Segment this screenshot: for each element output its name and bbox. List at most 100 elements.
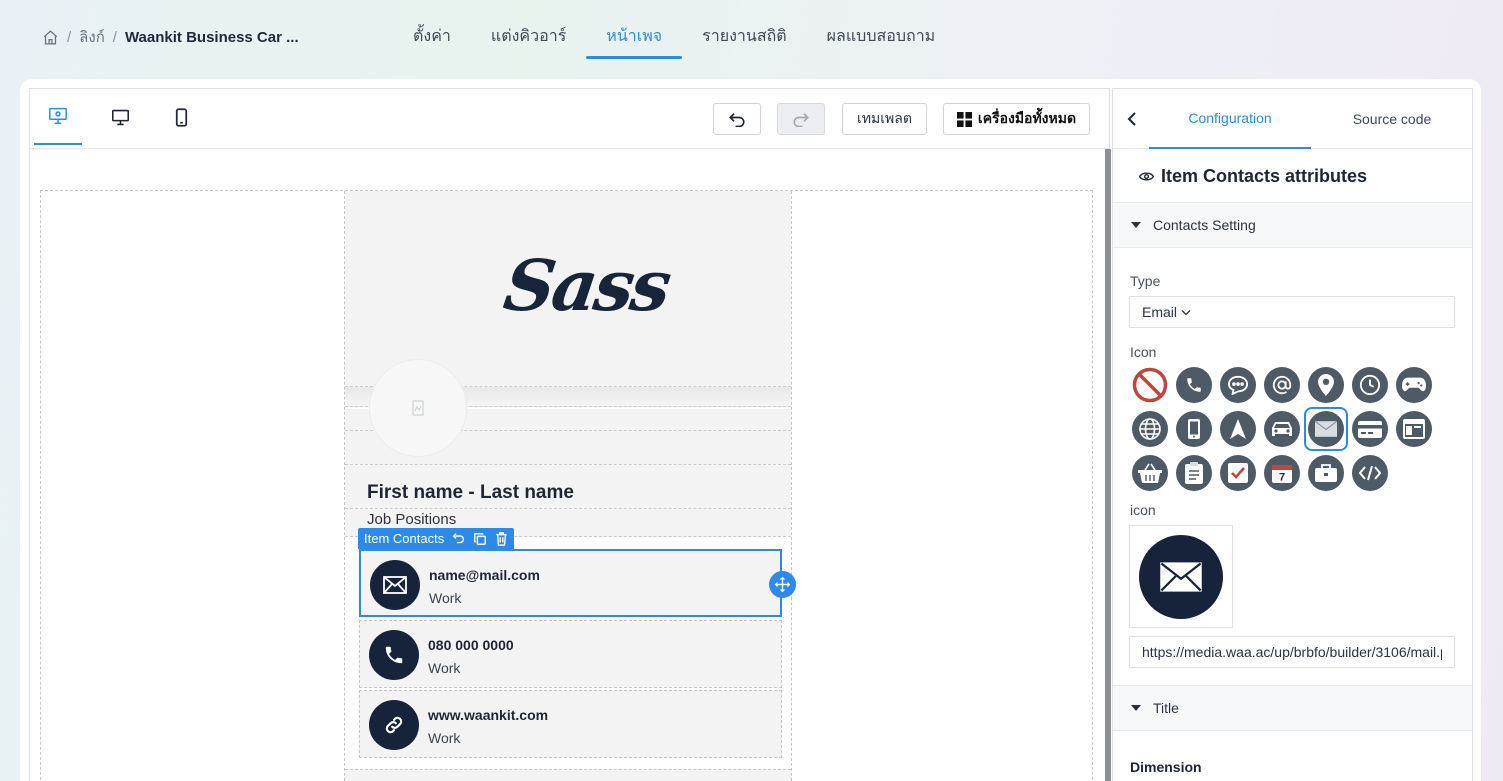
- icon-image-label: icon: [1130, 502, 1156, 518]
- full-name: First name - Last name: [367, 482, 574, 503]
- car-icon[interactable]: [1262, 409, 1302, 449]
- clock-icon[interactable]: [1350, 365, 1390, 405]
- mobile-icon[interactable]: [1174, 409, 1214, 449]
- caret-down-icon: [1131, 222, 1141, 228]
- main-card: เทมเพลต เครื่องมือทั้งหมด Sass First nam…: [20, 79, 1481, 781]
- contact-item-website[interactable]: www.waankit.com Work: [359, 690, 782, 758]
- all-tools-button[interactable]: เครื่องมือทั้งหมด: [943, 103, 1090, 135]
- device-mobile-button[interactable]: [157, 89, 205, 145]
- navigation-arrow-icon[interactable]: [1218, 409, 1258, 449]
- desktop-icon: [111, 109, 129, 125]
- attributes-title-text: Item Contacts attributes: [1161, 166, 1368, 186]
- breadcrumb-separator: /: [67, 28, 72, 46]
- broken-image-icon: [412, 400, 424, 416]
- type-select[interactable]: Email: [1129, 296, 1455, 328]
- gamepad-icon[interactable]: [1394, 365, 1434, 405]
- undo-icon: [729, 113, 745, 127]
- tab-statistics[interactable]: รายงานสถิติ: [682, 14, 807, 59]
- chat-icon[interactable]: [1218, 365, 1258, 405]
- editor-scrollbar[interactable]: [1105, 149, 1111, 781]
- template-button[interactable]: เทมเพลต: [842, 103, 927, 135]
- phone-icon: [369, 630, 419, 680]
- sass-logo: Sass: [499, 244, 674, 327]
- clipboard-icon[interactable]: [1174, 453, 1214, 493]
- contact-item-email[interactable]: name@mail.com Work: [359, 549, 782, 617]
- tab-configuration[interactable]: Configuration: [1149, 89, 1311, 149]
- tab-qr-design[interactable]: แต่งคิวอาร์: [471, 14, 586, 59]
- breadcrumb: / ลิงก์ / Waankit Business Car ...: [42, 25, 299, 49]
- link-icon: [369, 700, 419, 750]
- dimension-label: Dimension: [1130, 759, 1202, 775]
- job-position: Job Positions: [367, 511, 457, 528]
- contact-value: name@mail.com: [429, 567, 540, 583]
- main-tabs: ตั้งค่า แต่งคิวอาร์ หน้าเพจ รายงานสถิติ …: [393, 14, 955, 59]
- calendar-icon[interactable]: 7: [1262, 453, 1302, 493]
- device-all-button[interactable]: [34, 89, 82, 145]
- chevron-down-icon: [1181, 309, 1191, 315]
- code-icon[interactable]: [1350, 453, 1390, 493]
- svg-text:7: 7: [1279, 472, 1285, 484]
- icon-preview[interactable]: [1129, 525, 1233, 628]
- editor-toolbar: เทมเพลต เครื่องมือทั้งหมด: [30, 89, 1109, 149]
- chevron-left-icon[interactable]: [1121, 108, 1143, 130]
- top-bar: / ลิงก์ / Waankit Business Car ... ตั้งค…: [0, 0, 1503, 72]
- duplicate-icon[interactable]: [473, 532, 487, 546]
- breadcrumb-link[interactable]: ลิงก์: [79, 25, 105, 49]
- contact-label: Work: [428, 730, 461, 746]
- attributes-title: Item Contacts attributes: [1139, 166, 1367, 187]
- mail-icon[interactable]: [1304, 407, 1348, 451]
- all-tools-label: เครื่องมือทั้งหมด: [977, 110, 1077, 126]
- breadcrumb-separator: /: [112, 28, 117, 46]
- title-section[interactable]: Title: [1113, 685, 1472, 731]
- logo-block[interactable]: Sass: [345, 191, 791, 387]
- avatar[interactable]: [369, 359, 467, 457]
- contacts-setting-label: Contacts Setting: [1153, 217, 1256, 233]
- home-icon[interactable]: [42, 29, 59, 46]
- contacts-setting-section[interactable]: Contacts Setting: [1113, 202, 1472, 248]
- device-desktop-button[interactable]: [96, 89, 144, 145]
- attributes-panel: Configuration Source code Item Contacts …: [1112, 88, 1473, 781]
- briefcase-icon[interactable]: [1306, 453, 1346, 493]
- delete-icon[interactable]: [495, 531, 508, 546]
- tab-settings[interactable]: ตั้งค่า: [393, 14, 471, 59]
- bottom-block[interactable]: [345, 769, 791, 781]
- grid-icon: [956, 111, 972, 127]
- caret-down-icon: [1131, 705, 1141, 711]
- tab-page[interactable]: หน้าเพจ: [586, 14, 683, 59]
- card-page: Sass First name - Last name Job Position…: [344, 191, 796, 781]
- icon-url-input[interactable]: [1129, 636, 1455, 668]
- tab-survey-results[interactable]: ผลแบบสอบถาม: [807, 14, 956, 59]
- basket-icon[interactable]: [1130, 453, 1170, 493]
- contact-value: 080 000 0000: [428, 637, 514, 653]
- ban-icon[interactable]: [1130, 365, 1170, 405]
- redo-icon: [793, 113, 809, 127]
- panel-tabs: Configuration Source code: [1113, 89, 1472, 149]
- phone-icon[interactable]: [1174, 365, 1214, 405]
- globe-icon[interactable]: [1130, 409, 1170, 449]
- tab-source-code[interactable]: Source code: [1311, 89, 1473, 149]
- browser-window-icon[interactable]: [1394, 409, 1434, 449]
- contact-item-phone[interactable]: 080 000 0000 Work: [359, 620, 782, 688]
- name-block[interactable]: First name - Last name: [345, 465, 791, 509]
- eye-icon: [1139, 172, 1154, 181]
- move-handle-icon[interactable]: [769, 571, 796, 598]
- breadcrumb-current: Waankit Business Car ...: [124, 28, 299, 46]
- type-label: Type: [1130, 273, 1161, 289]
- location-pin-icon[interactable]: [1306, 365, 1346, 405]
- credit-card-icon[interactable]: [1350, 409, 1390, 449]
- mobile-icon: [175, 107, 187, 127]
- at-icon[interactable]: [1262, 365, 1302, 405]
- undo-button[interactable]: [713, 103, 761, 135]
- monitor-settings-icon: [49, 107, 67, 125]
- contact-value: www.waankit.com: [428, 707, 549, 723]
- type-value: Email: [1142, 304, 1178, 320]
- checkbox-icon[interactable]: [1218, 453, 1258, 493]
- redo-button[interactable]: [777, 103, 825, 135]
- mail-icon: [1139, 534, 1223, 619]
- contact-label: Work: [429, 590, 462, 606]
- mail-icon: [370, 560, 420, 610]
- item-contacts-tag: Item Contacts: [358, 528, 515, 549]
- reset-icon[interactable]: [452, 532, 465, 545]
- contact-label: Work: [428, 660, 461, 676]
- editor-canvas: Sass First name - Last name Job Position…: [40, 190, 1093, 781]
